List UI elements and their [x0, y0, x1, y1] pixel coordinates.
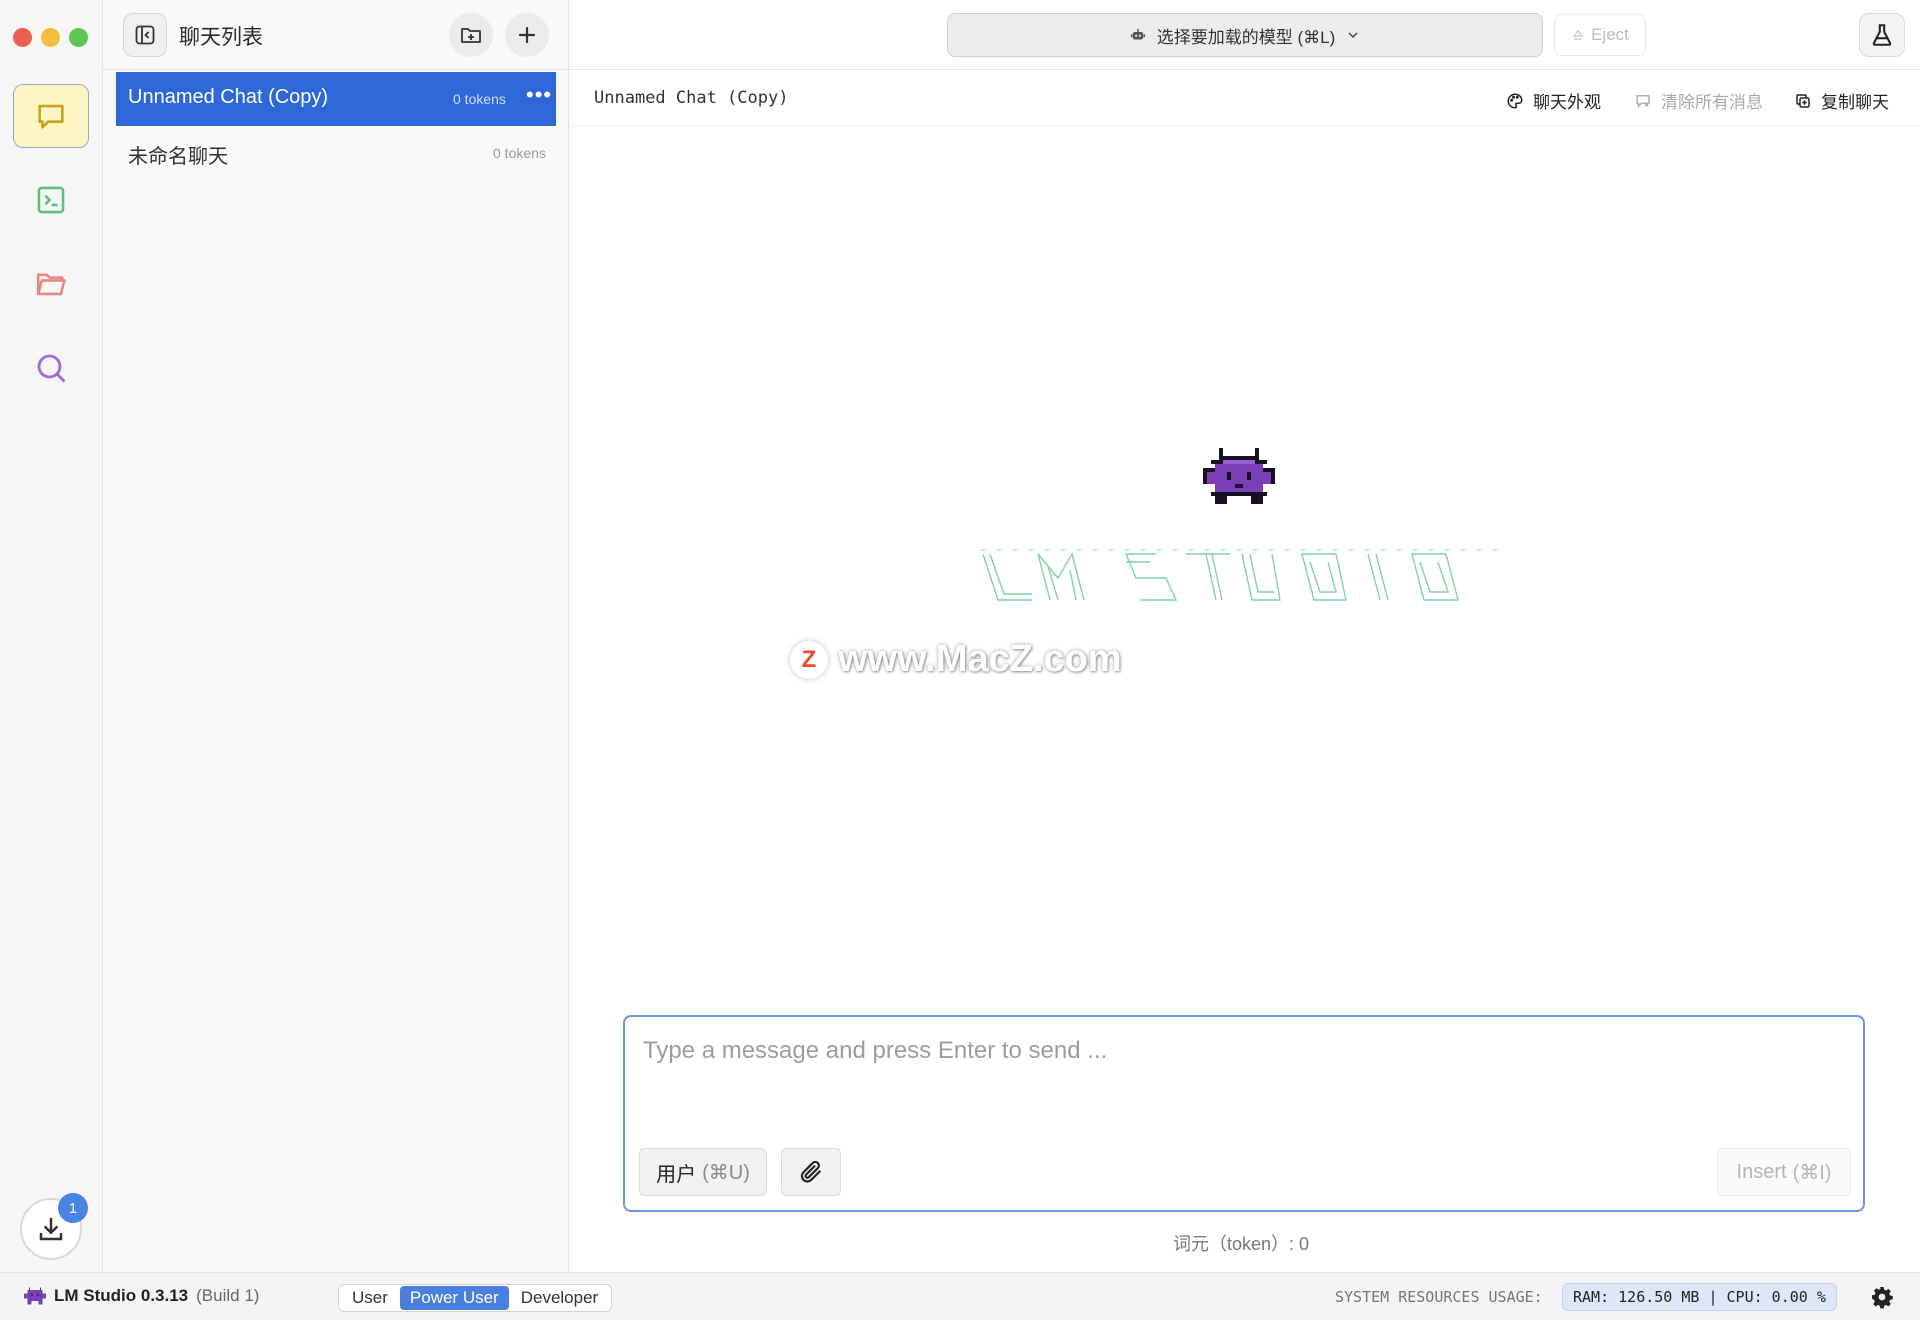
search-icon — [37, 354, 66, 383]
eject-label: Eject — [1591, 25, 1629, 44]
close-window-button[interactable] — [13, 28, 32, 47]
new-chat-button[interactable] — [505, 13, 549, 57]
watermark-text: www.MacZ.com — [838, 638, 1122, 680]
experimental-features-button[interactable] — [1859, 13, 1905, 57]
folder-plus-icon — [461, 28, 481, 43]
terminal-icon — [37, 186, 65, 214]
plus-icon — [518, 26, 536, 44]
robot-icon — [1130, 29, 1145, 40]
attach-file-button[interactable] — [781, 1148, 841, 1196]
new-folder-button[interactable] — [449, 13, 493, 57]
chat-token-count: 0 tokens — [453, 91, 506, 107]
status-bar: LM Studio 0.3.13 (Build 1) User Power Us… — [0, 1272, 1920, 1320]
model-selector[interactable]: 选择要加载的模型 (⌘L) — [947, 13, 1543, 57]
chat-list-item[interactable]: 未命名聊天 0 tokens — [116, 126, 556, 180]
window-controls — [13, 28, 88, 47]
duplicate-icon — [1796, 93, 1810, 108]
chat-icon — [38, 104, 64, 129]
sidebar-collapse-icon — [135, 25, 155, 45]
chat-list-panel: 聊天列表 Unnamed Chat (Copy) 0 tokens ••• 未命… — [103, 0, 569, 1272]
message-input[interactable] — [643, 1037, 1843, 1065]
rail-developer-button[interactable] — [13, 168, 89, 232]
eject-icon — [1572, 29, 1584, 40]
icon-rail: 1 — [0, 0, 103, 1272]
clear-chat-icon — [1636, 94, 1650, 108]
duplicate-chat-label: 复制聊天 — [1821, 93, 1889, 112]
chat-appearance-label: 聊天外观 — [1533, 93, 1601, 112]
model-selector-label: 选择要加载的模型 (⌘L) — [1156, 27, 1336, 47]
settings-gear-icon[interactable] — [1870, 1285, 1894, 1309]
chat-list-item[interactable]: Unnamed Chat (Copy) 0 tokens ••• — [116, 72, 556, 126]
lm-studio-logo-icon — [24, 1287, 46, 1305]
mode-user[interactable]: User — [342, 1286, 398, 1310]
role-label: 用户 — [656, 1163, 697, 1186]
top-bar: 选择要加载的模型 (⌘L) Eject — [569, 0, 1920, 70]
downloads-count-badge: 1 — [58, 1193, 88, 1223]
rail-chat-button[interactable] — [13, 84, 89, 148]
watermark: Z www.MacZ.com — [790, 638, 1122, 681]
chat-list-header: 聊天列表 — [103, 0, 568, 70]
mode-switcher: User Power User Developer — [338, 1284, 613, 1312]
eject-button[interactable]: Eject — [1554, 14, 1646, 56]
duplicate-chat-button[interactable]: 复制聊天 — [1794, 88, 1889, 113]
app-version: LM Studio 0.3.13 (Build 1) — [24, 1286, 259, 1306]
folder-icon — [36, 273, 66, 296]
system-resources-usage[interactable]: RAM: 126.50 MB | CPU: 0.00 % — [1562, 1283, 1837, 1311]
chat-token-count: 0 tokens — [493, 145, 546, 161]
app-build: (Build 1) — [196, 1286, 260, 1305]
lm-studio-mascot-icon — [1203, 448, 1275, 504]
role-shortcut: (⌘U) — [702, 1161, 750, 1184]
palette-icon — [1507, 92, 1523, 109]
message-composer: 用户 (⌘U) Insert (⌘I) — [623, 1015, 1865, 1212]
toggle-sidebar-button[interactable] — [123, 13, 167, 57]
insert-shortcut: (⌘I) — [1792, 1161, 1832, 1184]
chat-appearance-button[interactable]: 聊天外观 — [1506, 88, 1601, 113]
maximize-window-button[interactable] — [69, 28, 88, 47]
app-name: LM Studio 0.3.13 — [54, 1286, 189, 1305]
paperclip-icon — [800, 1160, 821, 1183]
minimize-window-button[interactable] — [41, 28, 60, 47]
rail-search-button[interactable] — [13, 336, 89, 400]
chat-header: Unnamed Chat (Copy) 聊天外观 清除所有消息 复制聊天 — [569, 71, 1920, 127]
chat-more-icon[interactable]: ••• — [526, 82, 552, 108]
role-toggle-button[interactable]: 用户 (⌘U) — [639, 1148, 767, 1196]
clear-messages-button[interactable]: 清除所有消息 — [1634, 88, 1763, 113]
flask-icon — [1872, 24, 1892, 46]
mode-developer[interactable]: Developer — [511, 1286, 609, 1310]
rail-models-button[interactable] — [13, 252, 89, 316]
system-resources-label: SYSTEM RESOURCES USAGE: — [1335, 1288, 1543, 1306]
current-chat-title[interactable]: Unnamed Chat (Copy) — [594, 88, 788, 108]
chat-name: 未命名聊天 — [128, 146, 228, 168]
chevron-down-icon — [1348, 32, 1358, 39]
chat-name: Unnamed Chat (Copy) — [128, 86, 329, 108]
insert-label: Insert — [1736, 1160, 1787, 1183]
clear-messages-label: 清除所有消息 — [1661, 93, 1763, 112]
mode-power-user[interactable]: Power User — [399, 1286, 509, 1310]
chat-list-title: 聊天列表 — [179, 26, 263, 49]
watermark-logo: Z — [790, 640, 828, 679]
lm-studio-ascii-logo — [980, 549, 1500, 601]
insert-button[interactable]: Insert (⌘I) — [1717, 1148, 1851, 1196]
token-count: 词元（token）: 0 — [1173, 1234, 1310, 1254]
